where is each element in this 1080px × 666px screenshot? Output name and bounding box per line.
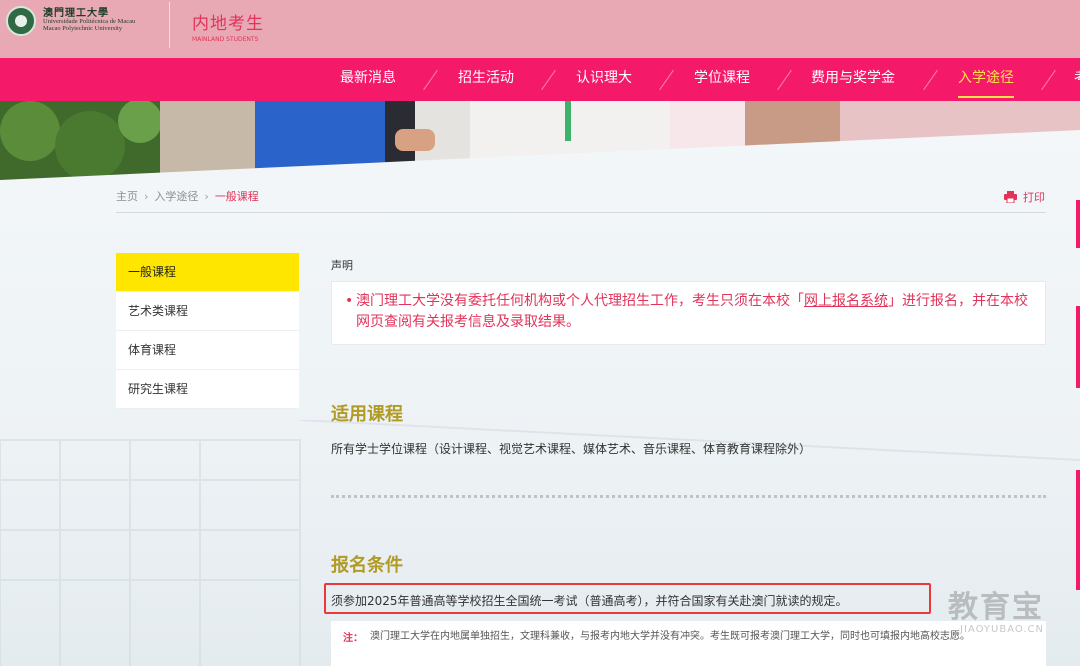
sidebar-item-postgraduate[interactable]: 研究生课程	[116, 370, 299, 409]
watermark-en: JIAOYUBAO.CN	[960, 624, 1044, 635]
nav-separator	[541, 69, 556, 91]
printer-icon	[1004, 191, 1017, 203]
online-application-link[interactable]: 网上报名系统	[804, 293, 888, 309]
notice-box: • 澳门理工大学没有委托任何机构或个人代理招生工作，考生只须在本校「网上报名系统…	[331, 281, 1046, 345]
nav-item-fees[interactable]: 费用与奖学金	[811, 58, 895, 101]
dotted-divider	[331, 495, 1046, 498]
nav-item-programmes[interactable]: 学位课程	[694, 58, 750, 101]
university-logo[interactable]: 澳門理工大學 Universidade Politécnica de Macau…	[6, 6, 135, 36]
bullet-icon: •	[345, 293, 354, 309]
nav-separator	[659, 69, 674, 91]
nav-item-events[interactable]: 招生活动	[458, 58, 514, 101]
right-edge-accent	[1076, 200, 1080, 248]
applicable-programmes-heading: 适用课程	[331, 404, 403, 425]
right-edge-accent	[1076, 470, 1080, 590]
right-edge-accent	[1076, 306, 1080, 388]
divider	[116, 212, 1046, 213]
notice-text: 澳门理工大学没有委托任何机构或个人代理招生工作，考生只须在本校「网上报名系统」进…	[346, 291, 1031, 333]
notice-text-before: 澳门理工大学没有委托任何机构或个人代理招生工作，考生只须在本校「	[356, 293, 804, 309]
applicable-programmes-text: 所有学士学位课程（设计课程、视觉艺术课程、媒体艺术、音乐课程、体育教育课程除外）	[331, 442, 812, 456]
header-divider	[169, 2, 170, 48]
section-title-cn: 内地考生	[192, 14, 264, 34]
chevron-right-icon: ›	[144, 189, 149, 203]
university-seal-icon	[6, 6, 36, 36]
notice-title: 声明	[331, 259, 353, 272]
breadcrumb-current: 一般课程	[214, 190, 259, 203]
nav-separator	[923, 69, 938, 91]
sidebar-menu: 一般课程 艺术类课程 体育课程 研究生课程	[116, 253, 299, 409]
main-nav: 最新消息 招生活动 认识理大 学位课程 费用与奖学金 入学途径 考	[0, 58, 1080, 101]
logo-text: 澳門理工大學 Universidade Politécnica de Macau…	[43, 8, 135, 33]
watermark: 教育宝 JIAOYUBAO.CN	[948, 590, 1044, 636]
note-text: 澳门理工大学在内地属单独招生，文理科兼收，与报考内地大学并没有冲突。考生既可报考…	[370, 631, 970, 642]
note-label: 注：	[343, 633, 363, 644]
chevron-right-icon: ›	[204, 189, 209, 203]
nav-separator	[423, 69, 438, 91]
breadcrumb-admission[interactable]: 入学途径	[154, 188, 198, 204]
sidebar-item-arts[interactable]: 艺术类课程	[116, 292, 299, 331]
breadcrumb: 主页 › 入学途径 › 一般课程	[116, 188, 259, 204]
requirements-heading: 报名条件	[331, 555, 403, 576]
sidebar-item-sports[interactable]: 体育课程	[116, 331, 299, 370]
print-label: 打印	[1023, 191, 1045, 204]
nav-separator	[777, 69, 792, 91]
nav-item-more[interactable]: 考	[1074, 58, 1080, 101]
nav-item-news[interactable]: 最新消息	[340, 58, 396, 101]
sidebar-item-general[interactable]: 一般课程	[116, 253, 299, 292]
watermark-cn: 教育宝	[948, 590, 1044, 625]
print-button[interactable]: 打印	[1004, 189, 1045, 205]
highlight-box	[324, 583, 931, 614]
section-title[interactable]: 内地考生 MAINLAND STUDENTS	[192, 9, 264, 43]
section-title-en: MAINLAND STUDENTS	[192, 36, 259, 43]
nav-separator	[1041, 69, 1056, 91]
logo-name-en: Macao Polytechnic University	[43, 25, 123, 33]
nav-item-admission[interactable]: 入学途径	[958, 58, 1014, 101]
nav-item-about[interactable]: 认识理大	[576, 58, 632, 101]
top-header: 澳門理工大學 Universidade Politécnica de Macau…	[0, 0, 1080, 58]
breadcrumb-home[interactable]: 主页	[116, 188, 138, 204]
